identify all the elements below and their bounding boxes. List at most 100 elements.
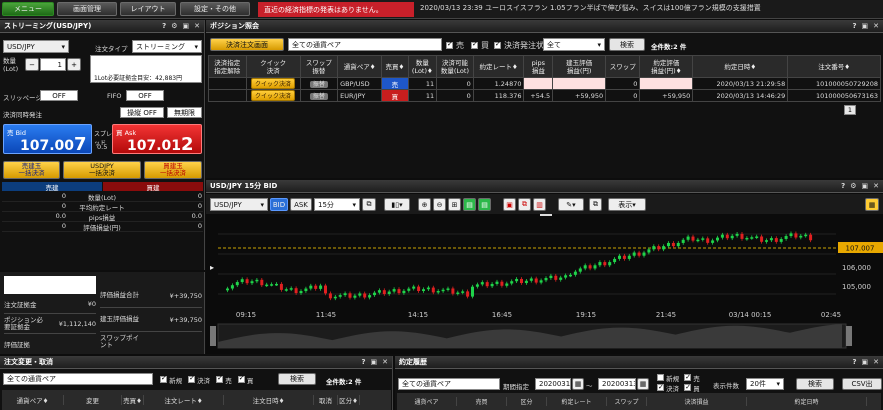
settle-status-select[interactable]: 全て ▾	[543, 38, 605, 51]
settle-filter[interactable]: 決済	[657, 382, 679, 393]
grid-icon[interactable]: ⊞	[448, 198, 461, 211]
news-ticker[interactable]: 2020/03/13 23:39 ユーロスイスフラン 1.05フラン半ばで伸び悩…	[420, 3, 880, 16]
compare-icon[interactable]: ⧉	[362, 198, 376, 211]
popout-icon[interactable]: ▣	[183, 22, 190, 30]
orders-col-header[interactable]: 変更	[64, 395, 122, 405]
candle-type-icon[interactable]: ▮▯▾	[384, 198, 410, 211]
calendar-to-icon[interactable]: ▦	[637, 378, 649, 390]
executions-col-header[interactable]: 決済損益	[647, 397, 747, 406]
touch-toggle[interactable]: 操縦 OFF	[120, 107, 164, 118]
popout-icon[interactable]: ▣	[862, 22, 869, 30]
executions-col-header[interactable]: 通貨ペア	[397, 397, 457, 406]
pair-select[interactable]: USD/JPY ▾	[3, 40, 69, 53]
settle-checkbox[interactable]	[188, 374, 196, 383]
settle-status-checkbox[interactable]	[494, 40, 501, 49]
executions-col-header[interactable]: 区分	[507, 397, 547, 406]
positions-col-header[interactable]: 約定評価 損益(円)♦	[639, 55, 694, 78]
orders-col-header[interactable]: 売買♦	[122, 395, 144, 405]
interval-select[interactable]: 15分 ▾	[314, 198, 360, 211]
positions-col-header[interactable]: スワップ 振替	[299, 55, 339, 78]
print-icon[interactable]: ▥	[533, 198, 546, 211]
positions-col-header[interactable]: 通貨ペア♦	[337, 55, 383, 78]
economic-alert[interactable]: 直近の経済指標の発表はありません。	[258, 2, 414, 17]
orders-pair-select[interactable]: 全ての通貨ペア	[3, 373, 153, 385]
chart-expand-icon[interactable]: ▦	[865, 198, 879, 211]
buy-filter[interactable]: 買	[471, 40, 489, 51]
help-icon[interactable]: ?	[852, 358, 856, 366]
calendar-from-icon[interactable]: ▦	[572, 378, 584, 390]
settle-filter[interactable]: 決済	[188, 374, 210, 385]
close-icon[interactable]: ✕	[194, 22, 200, 30]
executions-search-button[interactable]: 検索	[796, 378, 834, 390]
help-icon[interactable]: ?	[841, 182, 845, 190]
ask-buy-button[interactable]: 買 Ask 107.012	[112, 124, 202, 155]
panel-icons[interactable]: ? ⚙ ▣ ✕	[841, 182, 879, 190]
settle-checkbox[interactable]	[657, 382, 664, 392]
executions-col-header[interactable]: 約定日時	[747, 397, 867, 406]
panel-icons[interactable]: ? ▣ ✕	[852, 22, 879, 30]
csv-export-button[interactable]: CSV出	[842, 378, 882, 390]
orders-col-header[interactable]: 通貨ペア♦	[2, 395, 64, 405]
show-count-select[interactable]: 20件 ▾	[746, 378, 784, 390]
collapse-toolbar-icon[interactable]	[540, 214, 552, 216]
orders-col-header[interactable]: 注文レート♦	[144, 395, 224, 405]
ask-toggle[interactable]: ASK	[290, 198, 312, 211]
executions-col-header[interactable]: 売買	[457, 397, 507, 406]
gear-icon[interactable]: ⚙	[171, 22, 177, 30]
quick-settle-cell[interactable]: クイック決済	[245, 77, 301, 90]
quick-settle-button[interactable]: クイック決済	[251, 90, 296, 101]
buy-checkbox[interactable]	[471, 40, 478, 49]
quick-settle-cell[interactable]: クイック決済	[245, 89, 301, 102]
menu-button[interactable]: メニュー	[2, 2, 54, 16]
sell-checkbox[interactable]	[216, 374, 224, 383]
positions-col-header[interactable]: 約定日時♦	[692, 55, 789, 78]
buy-filter[interactable]: 買	[237, 374, 253, 385]
display-button[interactable]: 表示 ▾	[608, 198, 646, 211]
positions-col-header[interactable]: 建玉評価 損益(円)	[552, 55, 607, 78]
layout-green2-icon[interactable]: ▤	[478, 198, 491, 211]
help-icon[interactable]: ?	[361, 358, 365, 366]
fifo-toggle[interactable]: OFF	[126, 90, 164, 101]
positions-col-header[interactable]: pips 損益	[523, 55, 554, 78]
period-to-input[interactable]: 20200313	[598, 378, 636, 390]
swap-transfer-cell[interactable]: 振替	[299, 89, 339, 102]
sell-filter[interactable]: 売	[216, 374, 232, 385]
chart-pair-select[interactable]: USD/JPY ▾	[210, 198, 268, 211]
panel-icons[interactable]: ? ▣ ✕	[852, 358, 879, 366]
qty-input[interactable]: 1	[40, 58, 66, 71]
bid-toggle[interactable]: BID	[270, 198, 288, 211]
close-icon[interactable]: ✕	[873, 182, 879, 190]
bulk-buy-settle-button[interactable]: 買建玉 一括決済	[144, 161, 202, 179]
positions-col-header[interactable]: スワップ	[605, 55, 641, 78]
help-icon[interactable]: ?	[852, 22, 856, 30]
help-icon[interactable]: ?	[162, 22, 166, 30]
positions-page-button[interactable]: 1	[844, 105, 856, 115]
new-checkbox[interactable]	[657, 374, 664, 381]
candlestick-chart[interactable]: 107.007 106,000 105,000 09:15 11:45 14:15 16:4…	[206, 214, 883, 354]
new-checkbox[interactable]	[160, 374, 167, 383]
executions-pair-select[interactable]: 全ての通貨ペア	[398, 378, 500, 390]
quick-settle-button[interactable]: クイック決済	[251, 78, 296, 89]
unlimited-toggle[interactable]: 無期限	[167, 107, 202, 118]
scroll-left-icon[interactable]: ▸	[210, 263, 214, 272]
draw-tool-icon[interactable]: ✎▾	[558, 198, 584, 211]
popout-icon[interactable]: ▣	[862, 182, 869, 190]
buy-checkbox[interactable]	[237, 374, 245, 383]
gear-icon[interactable]: ⚙	[850, 182, 856, 190]
positions-col-header[interactable]: クイック 決済	[245, 55, 301, 78]
popout-icon[interactable]: ▣	[371, 358, 378, 366]
order-type-select[interactable]: ストリーミング ▾	[132, 40, 202, 53]
positions-col-header[interactable]: 決済指定 指定解除	[208, 55, 247, 78]
screenshot-icon[interactable]: ▣	[503, 198, 516, 211]
panel-icons[interactable]: ? ▣ ✕	[361, 358, 388, 366]
swap-transfer-button[interactable]: 振替	[309, 93, 328, 100]
copy-icon[interactable]: ⧉	[589, 198, 602, 211]
export-icon[interactable]: ⧉	[518, 198, 531, 211]
navigator-handle-left[interactable]	[210, 326, 216, 346]
navigator-handle-right[interactable]	[846, 326, 852, 346]
layout-button[interactable]: レイアウト	[120, 2, 176, 16]
sell-checkbox[interactable]	[684, 372, 692, 382]
layout-green-icon[interactable]: ▤	[463, 198, 476, 211]
positions-col-header[interactable]: 数量 (Lot)♦	[407, 55, 438, 78]
close-icon[interactable]: ✕	[873, 358, 879, 366]
